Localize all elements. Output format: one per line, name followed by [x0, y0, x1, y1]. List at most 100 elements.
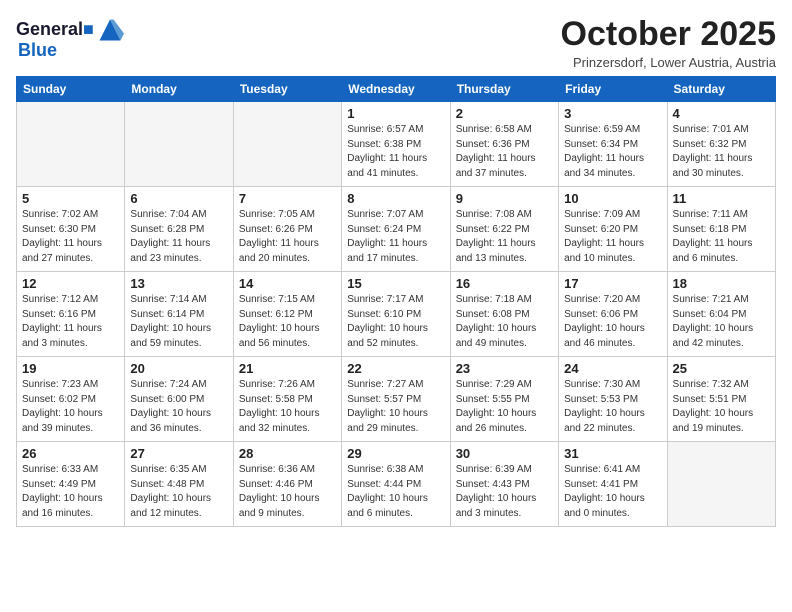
calendar-cell: 3 Sunrise: 6:59 AMSunset: 6:34 PMDaylight…	[559, 102, 667, 187]
day-number: 25	[673, 361, 770, 376]
calendar-cell: 5Sunrise: 7:02 AMSunset: 6:30 PMDaylight…	[17, 187, 125, 272]
calendar-cell: 21 Sunrise: 7:26 AMSunset: 5:58 PMDayligh…	[233, 357, 341, 442]
day-number: 30	[456, 446, 553, 461]
day-info: Sunrise: 7:15 AMSunset: 6:12 PMDaylight:…	[239, 293, 336, 351]
calendar-table: Sunday Monday Tuesday Wednesday Thursday…	[16, 76, 776, 527]
logo: General■ Blue	[16, 16, 124, 61]
week-row-5: 26 Sunrise: 6:33 AMSunset: 4:49 PMDayligh…	[17, 442, 776, 527]
day-info: Sunrise: 7:12 AMSunset: 6:16 PMDaylight:…	[22, 293, 119, 351]
logo-text: General■	[16, 20, 94, 40]
day-number: 13	[130, 276, 227, 291]
calendar-cell: 6Sunrise: 7:04 AMSunset: 6:28 PMDaylight…	[125, 187, 233, 272]
day-number: 8	[347, 191, 444, 206]
day-number: 15	[347, 276, 444, 291]
calendar-cell: 31Sunrise: 6:41 AMSunset: 4:41 PMDayligh…	[559, 442, 667, 527]
day-info: Sunrise: 6:33 AMSunset: 4:49 PMDaylight:…	[22, 463, 119, 521]
day-info: Sunrise: 6:38 AMSunset: 4:44 PMDaylight:…	[347, 463, 444, 521]
calendar-cell: 30 Sunrise: 6:39 AMSunset: 4:43 PMDayligh…	[450, 442, 558, 527]
day-number: 28	[239, 446, 336, 461]
day-number: 17	[564, 276, 661, 291]
day-info: Sunrise: 7:08 AMSunset: 6:22 PMDaylight:…	[456, 208, 553, 266]
calendar-cell: 11Sunrise: 7:11 AMSunset: 6:18 PMDayligh…	[667, 187, 775, 272]
calendar-cell	[667, 442, 775, 527]
day-number: 18	[673, 276, 770, 291]
header: General■ Blue October 2025 Prinzersdorf,…	[16, 16, 776, 70]
day-number: 22	[347, 361, 444, 376]
day-info: Sunrise: 7:29 AMSunset: 5:55 PMDaylight:…	[456, 378, 553, 436]
day-info: Sunrise: 7:09 AMSunset: 6:20 PMDaylight:…	[564, 208, 661, 266]
calendar-cell: 10 Sunrise: 7:09 AMSunset: 6:20 PMDayligh…	[559, 187, 667, 272]
logo-icon	[96, 16, 124, 44]
calendar-cell: 4Sunrise: 7:01 AMSunset: 6:32 PMDaylight…	[667, 102, 775, 187]
day-info: Sunrise: 6:59 AMSunset: 6:34 PMDaylight:…	[564, 123, 661, 181]
day-number: 31	[564, 446, 661, 461]
title-block: October 2025 Prinzersdorf, Lower Austria…	[561, 16, 776, 70]
day-info: Sunrise: 7:21 AMSunset: 6:04 PMDaylight:…	[673, 293, 770, 351]
day-info: Sunrise: 7:01 AMSunset: 6:32 PMDaylight:…	[673, 123, 770, 181]
day-number: 16	[456, 276, 553, 291]
month-title: October 2025	[561, 16, 776, 53]
calendar-cell: 16 Sunrise: 7:18 AMSunset: 6:08 PMDayligh…	[450, 272, 558, 357]
col-wednesday: Wednesday	[342, 77, 450, 102]
day-number: 20	[130, 361, 227, 376]
day-info: Sunrise: 7:05 AMSunset: 6:26 PMDaylight:…	[239, 208, 336, 266]
week-row-2: 5Sunrise: 7:02 AMSunset: 6:30 PMDaylight…	[17, 187, 776, 272]
calendar-cell: 9 Sunrise: 7:08 AMSunset: 6:22 PMDaylight…	[450, 187, 558, 272]
col-sunday: Sunday	[17, 77, 125, 102]
calendar-cell	[233, 102, 341, 187]
day-number: 7	[239, 191, 336, 206]
day-number: 23	[456, 361, 553, 376]
day-info: Sunrise: 6:58 AMSunset: 6:36 PMDaylight:…	[456, 123, 553, 181]
day-info: Sunrise: 7:11 AMSunset: 6:18 PMDaylight:…	[673, 208, 770, 266]
calendar-cell	[17, 102, 125, 187]
calendar-cell: 27 Sunrise: 6:35 AMSunset: 4:48 PMDayligh…	[125, 442, 233, 527]
week-row-4: 19 Sunrise: 7:23 AMSunset: 6:02 PMDayligh…	[17, 357, 776, 442]
calendar-cell: 2Sunrise: 6:58 AMSunset: 6:36 PMDaylight…	[450, 102, 558, 187]
calendar-cell: 8 Sunrise: 7:07 AMSunset: 6:24 PMDaylight…	[342, 187, 450, 272]
week-row-1: 1 Sunrise: 6:57 AMSunset: 6:38 PMDaylight…	[17, 102, 776, 187]
calendar-cell: 22Sunrise: 7:27 AMSunset: 5:57 PMDayligh…	[342, 357, 450, 442]
day-info: Sunrise: 7:24 AMSunset: 6:00 PMDaylight:…	[130, 378, 227, 436]
calendar-cell: 26 Sunrise: 6:33 AMSunset: 4:49 PMDayligh…	[17, 442, 125, 527]
calendar-cell: 24 Sunrise: 7:30 AMSunset: 5:53 PMDayligh…	[559, 357, 667, 442]
day-number: 26	[22, 446, 119, 461]
col-friday: Friday	[559, 77, 667, 102]
day-number: 3	[564, 106, 661, 121]
calendar-cell: 7 Sunrise: 7:05 AMSunset: 6:26 PMDaylight…	[233, 187, 341, 272]
day-number: 12	[22, 276, 119, 291]
day-info: Sunrise: 6:36 AMSunset: 4:46 PMDaylight:…	[239, 463, 336, 521]
calendar-cell: 19 Sunrise: 7:23 AMSunset: 6:02 PMDayligh…	[17, 357, 125, 442]
day-number: 9	[456, 191, 553, 206]
calendar-cell: 18 Sunrise: 7:21 AMSunset: 6:04 PMDayligh…	[667, 272, 775, 357]
calendar-cell: 14 Sunrise: 7:15 AMSunset: 6:12 PMDayligh…	[233, 272, 341, 357]
day-info: Sunrise: 6:35 AMSunset: 4:48 PMDaylight:…	[130, 463, 227, 521]
week-row-3: 12 Sunrise: 7:12 AMSunset: 6:16 PMDayligh…	[17, 272, 776, 357]
day-number: 14	[239, 276, 336, 291]
calendar-cell: 1 Sunrise: 6:57 AMSunset: 6:38 PMDaylight…	[342, 102, 450, 187]
day-info: Sunrise: 7:23 AMSunset: 6:02 PMDaylight:…	[22, 378, 119, 436]
calendar-cell: 23 Sunrise: 7:29 AMSunset: 5:55 PMDayligh…	[450, 357, 558, 442]
col-thursday: Thursday	[450, 77, 558, 102]
day-info: Sunrise: 7:26 AMSunset: 5:58 PMDaylight:…	[239, 378, 336, 436]
calendar-cell: 12 Sunrise: 7:12 AMSunset: 6:16 PMDayligh…	[17, 272, 125, 357]
day-number: 19	[22, 361, 119, 376]
day-info: Sunrise: 7:30 AMSunset: 5:53 PMDaylight:…	[564, 378, 661, 436]
calendar-cell: 28 Sunrise: 6:36 AMSunset: 4:46 PMDayligh…	[233, 442, 341, 527]
day-info: Sunrise: 6:57 AMSunset: 6:38 PMDaylight:…	[347, 123, 444, 181]
calendar-cell: 15Sunrise: 7:17 AMSunset: 6:10 PMDayligh…	[342, 272, 450, 357]
location-subtitle: Prinzersdorf, Lower Austria, Austria	[561, 55, 776, 70]
day-info: Sunrise: 7:07 AMSunset: 6:24 PMDaylight:…	[347, 208, 444, 266]
day-number: 10	[564, 191, 661, 206]
day-info: Sunrise: 6:39 AMSunset: 4:43 PMDaylight:…	[456, 463, 553, 521]
day-info: Sunrise: 7:18 AMSunset: 6:08 PMDaylight:…	[456, 293, 553, 351]
day-number: 6	[130, 191, 227, 206]
calendar-cell	[125, 102, 233, 187]
page-container: General■ Blue October 2025 Prinzersdorf,…	[0, 0, 792, 537]
day-number: 27	[130, 446, 227, 461]
day-number: 21	[239, 361, 336, 376]
day-number: 29	[347, 446, 444, 461]
calendar-cell: 25Sunrise: 7:32 AMSunset: 5:51 PMDayligh…	[667, 357, 775, 442]
day-info: Sunrise: 7:02 AMSunset: 6:30 PMDaylight:…	[22, 208, 119, 266]
day-number: 24	[564, 361, 661, 376]
day-number: 1	[347, 106, 444, 121]
